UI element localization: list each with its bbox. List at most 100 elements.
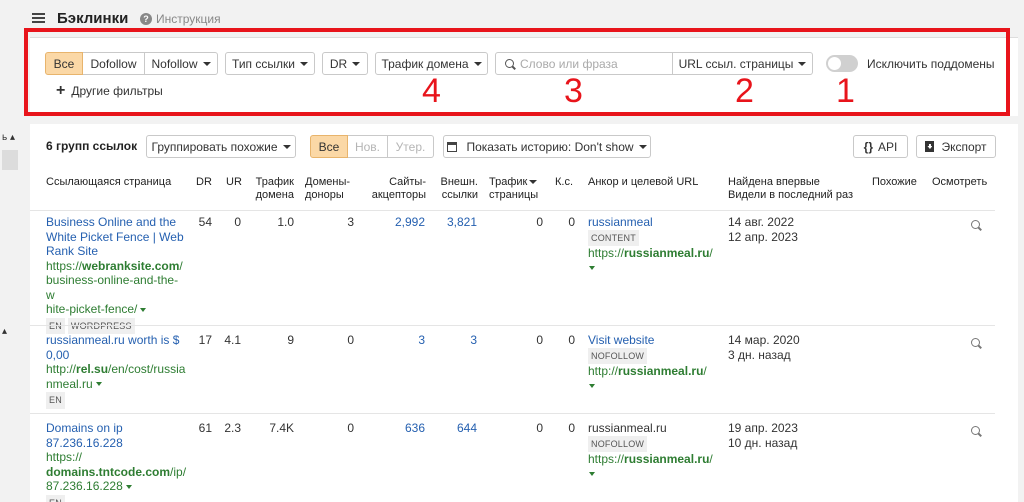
referring-page-url-link[interactable]: http://rel.su/en/cost/russia nmeal.ru <box>46 362 186 391</box>
dr-dropdown[interactable]: DR <box>322 52 368 75</box>
nofollow-label: Nofollow <box>151 56 198 71</box>
header-anchor[interactable]: Анкор и целевой URL <box>588 176 698 189</box>
target-url-link[interactable]: https://russianmeal.ru/ <box>588 452 718 467</box>
inspect-icon[interactable] <box>971 338 980 347</box>
referring-page-title-link[interactable]: Domains on ip 87.236.16.228 <box>46 421 186 450</box>
first-seen: 14 мар. 2020 <box>728 333 800 347</box>
row-divider <box>30 325 995 326</box>
acceptor-sites-value[interactable]: 2,992 <box>370 215 425 230</box>
calendar-icon <box>447 141 458 152</box>
chevron-down-icon[interactable] <box>589 266 595 271</box>
ur-value: 2.3 <box>224 421 241 435</box>
chevron-down-icon[interactable] <box>140 307 147 312</box>
chevron-down-icon <box>798 61 807 66</box>
filter-nofollow-dropdown[interactable]: Nofollow <box>145 52 218 75</box>
header-similar[interactable]: Похожие <box>872 176 917 189</box>
inspect-icon[interactable] <box>971 426 980 435</box>
last-seen: 10 дн. назад <box>728 435 798 450</box>
ur-value: 4.1 <box>224 333 241 347</box>
acceptor-sites-value[interactable]: 636 <box>370 421 425 436</box>
header-external-links-line2: ссылки <box>441 189 478 201</box>
sidebar-edge-block[interactable] <box>2 150 18 170</box>
help-link[interactable]: ? Инструкция <box>140 12 221 26</box>
header-referring-page[interactable]: Ссылающаяся страница <box>46 176 171 189</box>
page-traffic-value: 0 <box>536 333 543 347</box>
header-page-traffic-line1: Трафик <box>489 176 528 188</box>
header-external-links-line1: Внешн. <box>440 176 479 188</box>
download-icon <box>925 141 935 152</box>
inspect-icon[interactable] <box>971 220 980 229</box>
last-seen: 3 дн. назад <box>728 347 791 362</box>
target-url-link[interactable]: https://russianmeal.ru/ <box>588 246 718 261</box>
braces-icon: {} <box>863 139 873 154</box>
history-new-button[interactable]: Нов. <box>348 135 388 158</box>
header-acceptor-sites[interactable]: Сайты- акцепторы <box>365 176 426 202</box>
header-page-traffic[interactable]: Трафик страницы <box>489 176 538 202</box>
more-filters-label: Другие фильтры <box>71 84 163 98</box>
page-title: Бэклинки <box>57 10 129 27</box>
history-lost-button[interactable]: Утер. <box>388 135 434 158</box>
anchor-cell: Visit website NOFOLLOW http://russianmea… <box>588 333 718 393</box>
dr-value: 17 <box>198 333 212 347</box>
filter-all-button[interactable]: Все <box>45 52 83 75</box>
header-donor-domains[interactable]: Домены- доноры <box>305 176 350 202</box>
referring-page-title-link[interactable]: Business Online and the White Picket Fen… <box>46 215 186 259</box>
link-type-dropdown[interactable]: Тип ссылки <box>225 52 315 75</box>
referring-page-url-link[interactable]: https://webranksite.com/ business-online… <box>46 259 186 317</box>
header-found-line2: Видели в последний раз <box>728 189 854 201</box>
dates-cell: 19 апр. 2023 10 дн. назад <box>728 421 798 450</box>
domain-traffic-value: 1.0 <box>277 215 294 229</box>
anchor-text[interactable]: russianmeal <box>588 215 718 230</box>
referring-page-cell: Business Online and the White Picket Fen… <box>46 215 186 334</box>
question-icon: ? <box>140 13 152 25</box>
search-input[interactable] <box>520 56 660 71</box>
menu-icon[interactable] <box>32 13 45 23</box>
header-dr[interactable]: DR <box>196 176 212 189</box>
header-divider <box>30 210 995 211</box>
more-filters-button[interactable]: + Другие фильтры <box>56 82 163 99</box>
chevron-down-icon[interactable] <box>589 384 595 389</box>
header-ur[interactable]: UR <box>226 176 242 189</box>
chevron-down-icon[interactable] <box>95 382 102 387</box>
header-external-links[interactable]: Внешн. ссылки <box>436 176 479 202</box>
header-inspect[interactable]: Осмотреть <box>932 176 987 189</box>
ks-value: 0 <box>568 333 575 347</box>
referring-page-title-link[interactable]: russianmeal.ru worth is $ 0,00 <box>46 333 186 362</box>
header-acceptor-sites-line1: Сайты- <box>389 176 426 188</box>
referring-page-cell: Domains on ip 87.236.16.228 https:// dom… <box>46 421 186 502</box>
external-links-value[interactable]: 3 <box>436 333 477 348</box>
chevron-down-icon <box>352 61 361 66</box>
group-similar-dropdown[interactable]: Группировать похожие <box>146 135 296 158</box>
external-links-value[interactable]: 644 <box>436 421 477 436</box>
plus-icon: + <box>56 82 66 99</box>
anchor-text[interactable]: Visit website <box>588 333 718 348</box>
search-field[interactable] <box>495 52 673 75</box>
anchor-cell: russianmeal.ru NOFOLLOW https://russianm… <box>588 421 718 481</box>
page-traffic-value: 0 <box>536 421 543 435</box>
page-traffic-value: 0 <box>536 215 543 229</box>
header-ks[interactable]: К.с. <box>555 176 573 189</box>
referring-page-url-link[interactable]: https:// domains.tntcode.com/ip/ 87.236.… <box>46 450 186 494</box>
acceptor-sites-value[interactable]: 3 <box>370 333 425 348</box>
dates-cell: 14 авг. 2022 12 апр. 2023 <box>728 215 798 244</box>
target-url-link[interactable]: http://russianmeal.ru/ <box>588 364 718 379</box>
history-all-button[interactable]: Все <box>310 135 348 158</box>
header-domain-traffic[interactable]: Трафик домена <box>252 176 294 202</box>
chevron-down-icon[interactable] <box>125 484 132 489</box>
domain-traffic-label: Трафик домена <box>381 56 469 71</box>
exclude-subdomains-toggle[interactable] <box>826 55 858 72</box>
top-bar: Бэклинки ? Инструкция <box>0 0 1024 38</box>
filter-dofollow-button[interactable]: Dofollow <box>83 52 145 75</box>
donor-domains-value: 0 <box>347 333 354 347</box>
export-button[interactable]: Экспорт <box>916 135 996 158</box>
dr-value: 61 <box>198 421 212 435</box>
annotation-marker-2: 2 <box>735 72 754 110</box>
header-domain-traffic-line1: Трафик <box>255 176 294 188</box>
header-found[interactable]: Найдена впервые Видели в последний раз <box>728 176 853 202</box>
row-divider <box>30 413 995 414</box>
external-links-value[interactable]: 3,821 <box>436 215 477 230</box>
history-dropdown[interactable]: Показать историю: Don't show <box>443 135 651 158</box>
api-button[interactable]: {} API <box>853 135 908 158</box>
last-seen: 12 апр. 2023 <box>728 229 798 244</box>
chevron-down-icon[interactable] <box>589 472 595 477</box>
